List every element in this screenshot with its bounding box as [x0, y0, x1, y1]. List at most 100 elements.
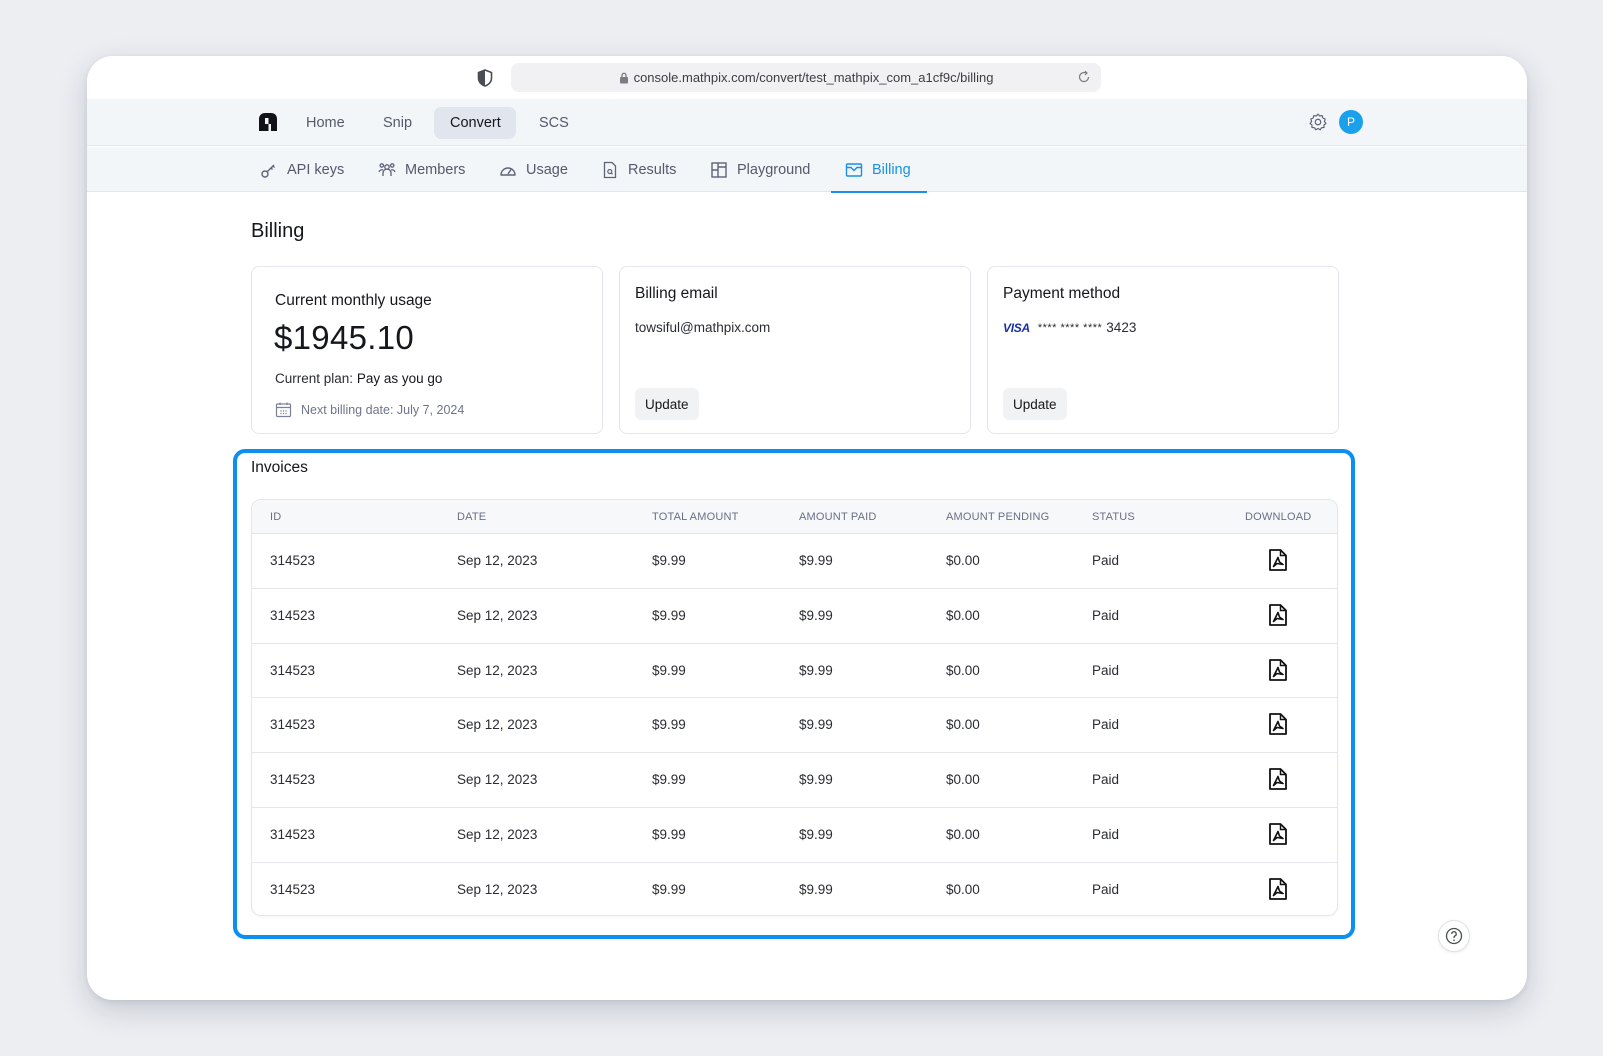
cell-total: $9.99	[652, 553, 686, 568]
shield-icon[interactable]	[477, 69, 493, 87]
table-body: 314523 Sep 12, 2023 $9.99 $9.99 $0.00 Paid 314…	[252, 534, 1337, 915]
tab-playground[interactable]: Playground	[710, 147, 810, 192]
tab-playground-label: Playground	[737, 161, 811, 178]
nav-convert[interactable]: Convert	[434, 107, 516, 139]
payment-method-card: Payment method VISA **** **** **** 3423 …	[987, 266, 1339, 434]
key-icon	[261, 164, 275, 178]
browser-window: console.mathpix.com/convert/test_mathpix…	[87, 56, 1527, 1000]
cell-status: Paid	[1092, 717, 1120, 733]
cell-status: Paid	[1092, 553, 1120, 568]
tab-usage[interactable]: Usage	[499, 147, 568, 192]
cell-total: $9.99	[652, 881, 686, 897]
update-payment-button[interactable]: Update	[1003, 388, 1067, 420]
cell-id: 314523	[270, 553, 316, 568]
invoices-table: ID DATE TOTAL AMOUNT AMOUNT PAID AMOUNT …	[251, 499, 1338, 916]
browser-toolbar: console.mathpix.com/convert/test_mathpix…	[87, 56, 1527, 99]
col-total-amount: TOTAL AMOUNT	[652, 511, 739, 523]
pdf-download-icon[interactable]	[1268, 713, 1288, 736]
plan-value: Pay as you go	[356, 371, 443, 386]
cell-id: 314523	[270, 717, 316, 733]
cell-date: Sep 12, 2023	[457, 717, 538, 733]
cell-id: 314523	[270, 881, 316, 897]
nav-snip-label: Snip	[383, 115, 413, 131]
billing-email-card: Billing email towsiful@mathpix.com Updat…	[619, 266, 971, 434]
plan-label: Current plan:	[275, 371, 354, 386]
billing-icon	[845, 162, 863, 177]
gear-icon[interactable]	[1308, 112, 1328, 132]
layout-icon	[711, 161, 727, 178]
cell-status: Paid	[1092, 772, 1120, 788]
mathpix-logo-icon[interactable]	[257, 111, 279, 133]
table-row: 314523 Sep 12, 2023 $9.99 $9.99 $0.00 Paid	[252, 863, 1337, 915]
cell-pending: $0.00	[946, 607, 980, 623]
table-header: ID DATE TOTAL AMOUNT AMOUNT PAID AMOUNT …	[252, 500, 1337, 534]
cell-date: Sep 12, 2023	[457, 553, 538, 568]
nav-scs[interactable]: SCS	[523, 107, 585, 139]
usage-card-title: Current monthly usage	[275, 292, 432, 309]
cell-total: $9.99	[652, 607, 686, 623]
cell-total: $9.99	[652, 662, 686, 678]
tab-usage-label: Usage	[526, 161, 568, 178]
col-amount-pending: AMOUNT PENDING	[946, 511, 1050, 523]
nav-scs-label: SCS	[539, 115, 569, 131]
cell-date: Sep 12, 2023	[457, 772, 538, 788]
cell-pending: $0.00	[946, 717, 980, 733]
cell-paid: $9.99	[799, 662, 833, 678]
cell-status: Paid	[1092, 881, 1120, 897]
billing-email-value: towsiful@mathpix.com	[635, 320, 771, 335]
col-status: STATUS	[1092, 511, 1135, 523]
pdf-download-icon[interactable]	[1268, 658, 1288, 681]
top-navigation: Home Snip Convert SCS P	[87, 99, 1527, 146]
usage-card: Current monthly usage $1945.10 Current p…	[251, 266, 603, 434]
current-plan: Current plan: Pay as you go	[275, 371, 442, 386]
cell-status: Paid	[1092, 826, 1120, 842]
cell-paid: $9.99	[799, 607, 833, 623]
reload-icon[interactable]	[1077, 70, 1091, 84]
cell-id: 314523	[270, 772, 316, 788]
cell-status: Paid	[1092, 662, 1120, 678]
tab-results[interactable]: Results	[601, 147, 676, 192]
page-title: Billing	[251, 220, 305, 242]
address-bar[interactable]: console.mathpix.com/convert/test_mathpix…	[511, 63, 1101, 92]
card-last4: 3423	[1106, 320, 1137, 335]
nav-home[interactable]: Home	[290, 107, 361, 139]
cell-pending: $0.00	[946, 826, 980, 842]
usage-amount: $1945.10	[274, 319, 415, 356]
col-id: ID	[270, 511, 282, 523]
cell-id: 314523	[270, 607, 316, 623]
cell-id: 314523	[270, 662, 316, 678]
pdf-download-icon[interactable]	[1268, 823, 1288, 845]
calendar-icon	[275, 402, 292, 418]
pdf-download-icon[interactable]	[1268, 877, 1288, 900]
tab-members[interactable]: Members	[378, 147, 465, 192]
tab-billing[interactable]: Billing	[831, 147, 927, 193]
nav-snip[interactable]: Snip	[367, 107, 428, 139]
nav-home-label: Home	[306, 115, 345, 131]
file-search-icon	[603, 161, 617, 178]
visa-icon: VISA	[1003, 320, 1030, 335]
pdf-download-icon[interactable]	[1268, 603, 1288, 626]
cell-total: $9.99	[652, 772, 686, 788]
cell-paid: $9.99	[799, 826, 833, 842]
nav-convert-label: Convert	[450, 115, 501, 131]
cell-pending: $0.00	[946, 881, 980, 897]
cell-paid: $9.99	[799, 881, 833, 897]
user-avatar[interactable]: P	[1339, 110, 1363, 134]
cell-id: 314523	[270, 826, 316, 842]
table-row: 314523 Sep 12, 2023 $9.99 $9.99 $0.00 Paid	[252, 753, 1337, 808]
cell-paid: $9.99	[799, 717, 833, 733]
lock-icon	[619, 72, 628, 83]
tab-api-keys[interactable]: API keys	[260, 147, 344, 192]
col-download: DOWNLOAD	[1245, 511, 1312, 523]
cell-status: Paid	[1092, 607, 1120, 623]
pdf-download-icon[interactable]	[1268, 768, 1288, 791]
cell-pending: $0.00	[946, 553, 980, 568]
help-button[interactable]	[1438, 920, 1470, 952]
table-row: 314523 Sep 12, 2023 $9.99 $9.99 $0.00 Paid	[252, 589, 1337, 644]
next-billing-date: Next billing date: July 7, 2024	[275, 401, 464, 418]
cell-pending: $0.00	[946, 772, 980, 788]
cell-date: Sep 12, 2023	[457, 662, 538, 678]
pdf-download-icon[interactable]	[1268, 549, 1288, 571]
cell-total: $9.99	[652, 717, 686, 733]
update-email-button[interactable]: Update	[635, 388, 699, 420]
